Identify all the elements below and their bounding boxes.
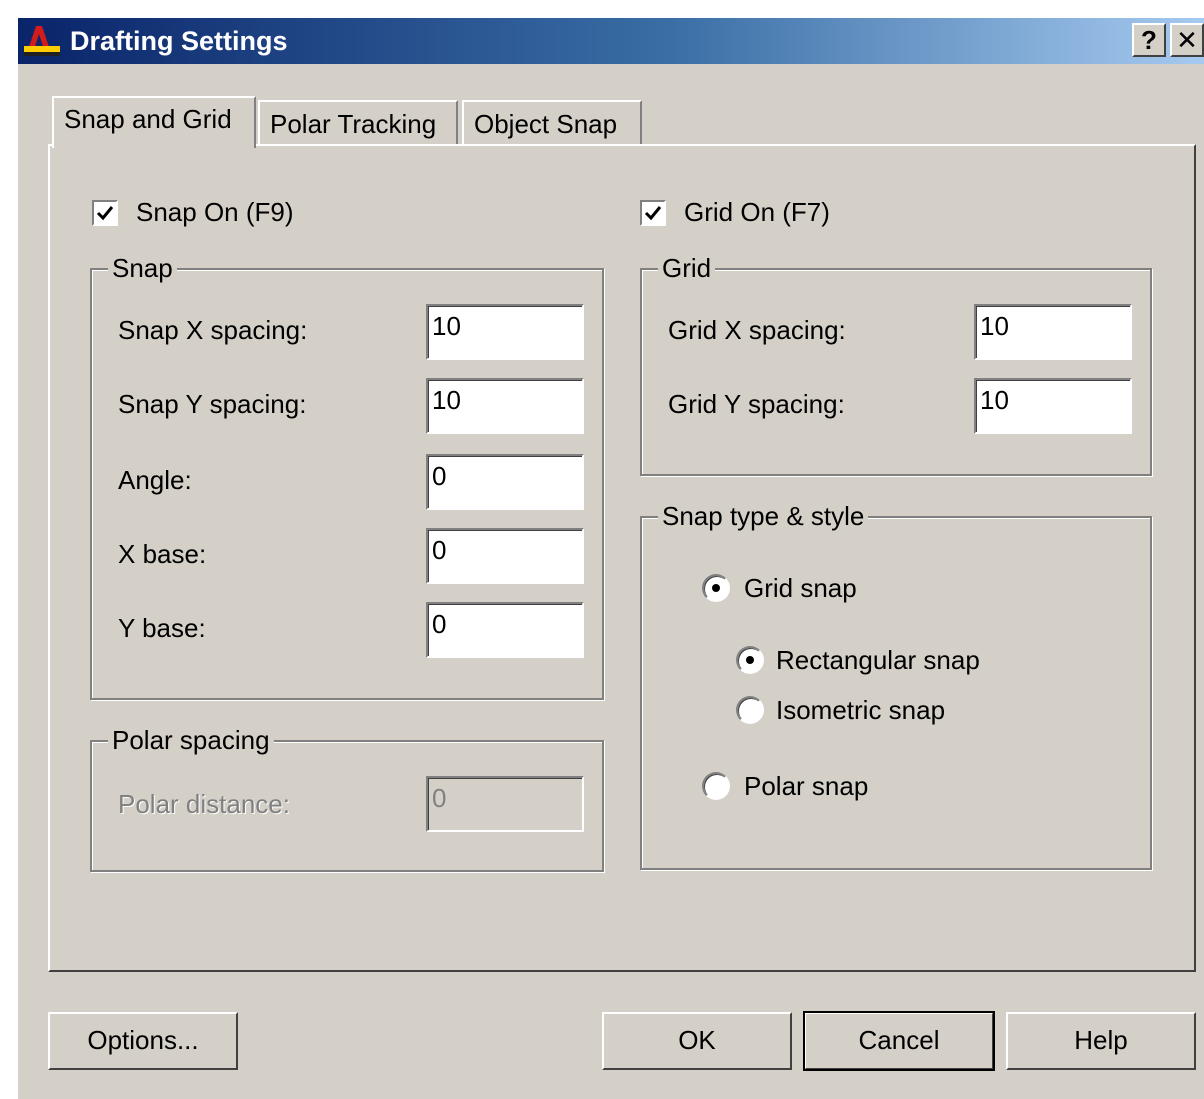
- polar-spacing-group: Polar spacing Polar distance: 0: [90, 724, 604, 872]
- ok-button[interactable]: OK: [602, 1012, 792, 1070]
- angle-input[interactable]: 0: [426, 454, 584, 510]
- grid-snap-label: Grid snap: [744, 573, 857, 603]
- help-button[interactable]: Help: [1006, 1012, 1196, 1070]
- tab-snap-and-grid[interactable]: Snap and Grid: [52, 96, 256, 148]
- x-base-label: X base:: [118, 539, 207, 569]
- angle-label: Angle:: [118, 465, 192, 495]
- snap-and-grid-panel: Snap On (F9) Grid On (F7) Snap Snap X sp…: [48, 144, 1196, 972]
- snap-y-spacing-input[interactable]: 10: [426, 378, 584, 434]
- rectangular-snap-radio[interactable]: [736, 646, 764, 674]
- polar-distance-input[interactable]: 0: [426, 776, 584, 832]
- x-base-input[interactable]: 0: [426, 528, 584, 584]
- grid-group: Grid Grid X spacing: 10 Grid Y spacing: …: [640, 252, 1152, 476]
- y-base-label: Y base:: [118, 613, 206, 643]
- grid-on-checkbox[interactable]: [640, 200, 666, 226]
- cancel-button[interactable]: Cancel: [803, 1011, 995, 1071]
- polar-distance-label: Polar distance:: [118, 789, 290, 819]
- grid-x-spacing-input[interactable]: 10: [974, 304, 1132, 360]
- grid-snap-radio[interactable]: [702, 574, 730, 602]
- snap-on-label: Snap On (F9): [136, 197, 294, 227]
- checkmark-icon: [96, 206, 114, 221]
- tab-object-snap[interactable]: Object Snap: [462, 100, 642, 148]
- isometric-snap-label: Isometric snap: [776, 695, 946, 725]
- snap-group-title: Snap: [108, 252, 177, 284]
- tab-polar-tracking[interactable]: Polar Tracking: [258, 100, 458, 148]
- help-icon[interactable]: ?: [1132, 23, 1166, 57]
- grid-group-title: Grid: [658, 252, 716, 284]
- polar-snap-label: Polar snap: [744, 771, 869, 801]
- autocad-icon: [22, 24, 62, 58]
- snap-type-style-group: Snap type & style Grid snap Rectangular …: [640, 500, 1152, 870]
- isometric-snap-radio[interactable]: [736, 696, 764, 724]
- y-base-input[interactable]: 0: [426, 602, 584, 658]
- title-bar[interactable]: Drafting Settings ? ✕: [18, 18, 1204, 64]
- rectangular-snap-label: Rectangular snap: [776, 645, 980, 675]
- polar-spacing-group-title: Polar spacing: [108, 724, 274, 756]
- snap-type-style-group-title: Snap type & style: [658, 500, 869, 532]
- polar-snap-radio[interactable]: [702, 772, 730, 800]
- snap-x-spacing-input[interactable]: 10: [426, 304, 584, 360]
- grid-on-label: Grid On (F7): [684, 197, 830, 227]
- radio-dot-icon: [746, 656, 754, 664]
- grid-y-spacing-label: Grid Y spacing:: [668, 389, 845, 419]
- snap-on-checkbox[interactable]: [92, 200, 118, 226]
- radio-dot-icon: [712, 584, 720, 592]
- snap-y-spacing-label: Snap Y spacing:: [118, 389, 307, 419]
- window-title: Drafting Settings: [70, 26, 288, 56]
- grid-y-spacing-input[interactable]: 10: [974, 378, 1132, 434]
- checkmark-icon: [644, 206, 662, 221]
- snap-x-spacing-label: Snap X spacing:: [118, 315, 308, 345]
- snap-group: Snap Snap X spacing: 10 Snap Y spacing: …: [90, 252, 604, 700]
- close-icon[interactable]: ✕: [1170, 23, 1204, 57]
- grid-x-spacing-label: Grid X spacing:: [668, 315, 846, 345]
- options-button[interactable]: Options...: [48, 1012, 238, 1070]
- drafting-settings-dialog: Drafting Settings ? ✕ Snap and Grid Pola…: [18, 18, 1204, 1099]
